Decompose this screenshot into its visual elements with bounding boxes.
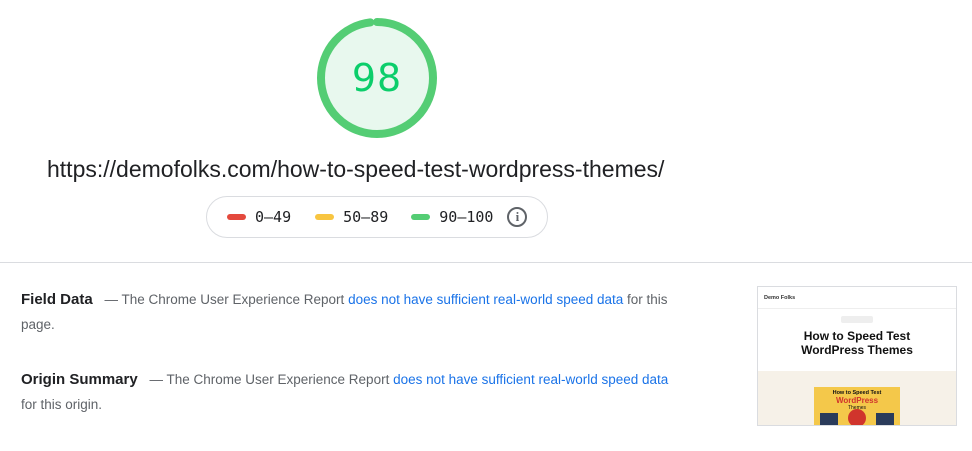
origin-summary-prefix: — The Chrome User Experience Report	[149, 372, 390, 387]
thumbnail-category-chip	[841, 316, 873, 323]
performance-score: 98	[351, 56, 403, 100]
legend-swatch-fail	[227, 214, 246, 220]
featured-line2: WordPress	[835, 396, 879, 405]
origin-summary-link[interactable]: does not have sufficient real-world spee…	[393, 372, 668, 387]
origin-summary-suffix: for this origin.	[21, 397, 103, 412]
thumbnail-title: How to Speed Test WordPress Themes	[758, 329, 956, 357]
legend-item-pass: 90–100	[411, 208, 493, 226]
legend-label-fail: 0–49	[255, 208, 292, 226]
field-data-link[interactable]: does not have sufficient real-world spee…	[348, 292, 623, 307]
info-icon[interactable]: i	[507, 207, 528, 227]
legend-label-average: 50–89	[343, 208, 389, 226]
section-divider	[0, 262, 972, 263]
field-data-section: Field Data — The Chrome User Experience …	[21, 287, 681, 337]
score-gauge: 98	[317, 18, 437, 138]
origin-summary-heading: Origin Summary	[21, 371, 138, 388]
thumbnail-header: Demo Folks	[758, 287, 956, 309]
legend-item-fail: 0–49	[227, 208, 291, 226]
origin-summary-section: Origin Summary — The Chrome User Experie…	[21, 367, 681, 417]
legend-label-pass: 90–100	[439, 208, 494, 226]
thumbnail-brand: Demo Folks	[764, 294, 796, 301]
thumbnail-featured-area: How to Speed Test WordPress Themes	[758, 371, 956, 425]
field-data-heading: Field Data	[21, 291, 93, 308]
thumbnail-title-line1: How to Speed Test	[803, 329, 911, 343]
legend-item-average: 50–89	[315, 208, 388, 226]
laptop-illustration	[820, 413, 838, 425]
page-screenshot-thumbnail: Demo Folks How to Speed Test WordPress T…	[757, 286, 957, 426]
thumbnail-featured-image: How to Speed Test WordPress Themes	[814, 387, 900, 425]
thumbnail-title-line2: WordPress Themes	[801, 343, 913, 357]
speedometer-badge	[848, 409, 866, 425]
field-data-prefix: — The Chrome User Experience Report	[104, 292, 345, 307]
score-legend: 0–49 50–89 90–100 i	[206, 196, 548, 238]
tested-url: https://demofolks.com/how-to-speed-test-…	[47, 156, 665, 182]
laptop-illustration-right	[876, 413, 894, 425]
legend-swatch-pass	[411, 214, 431, 220]
legend-swatch-average	[315, 214, 335, 220]
